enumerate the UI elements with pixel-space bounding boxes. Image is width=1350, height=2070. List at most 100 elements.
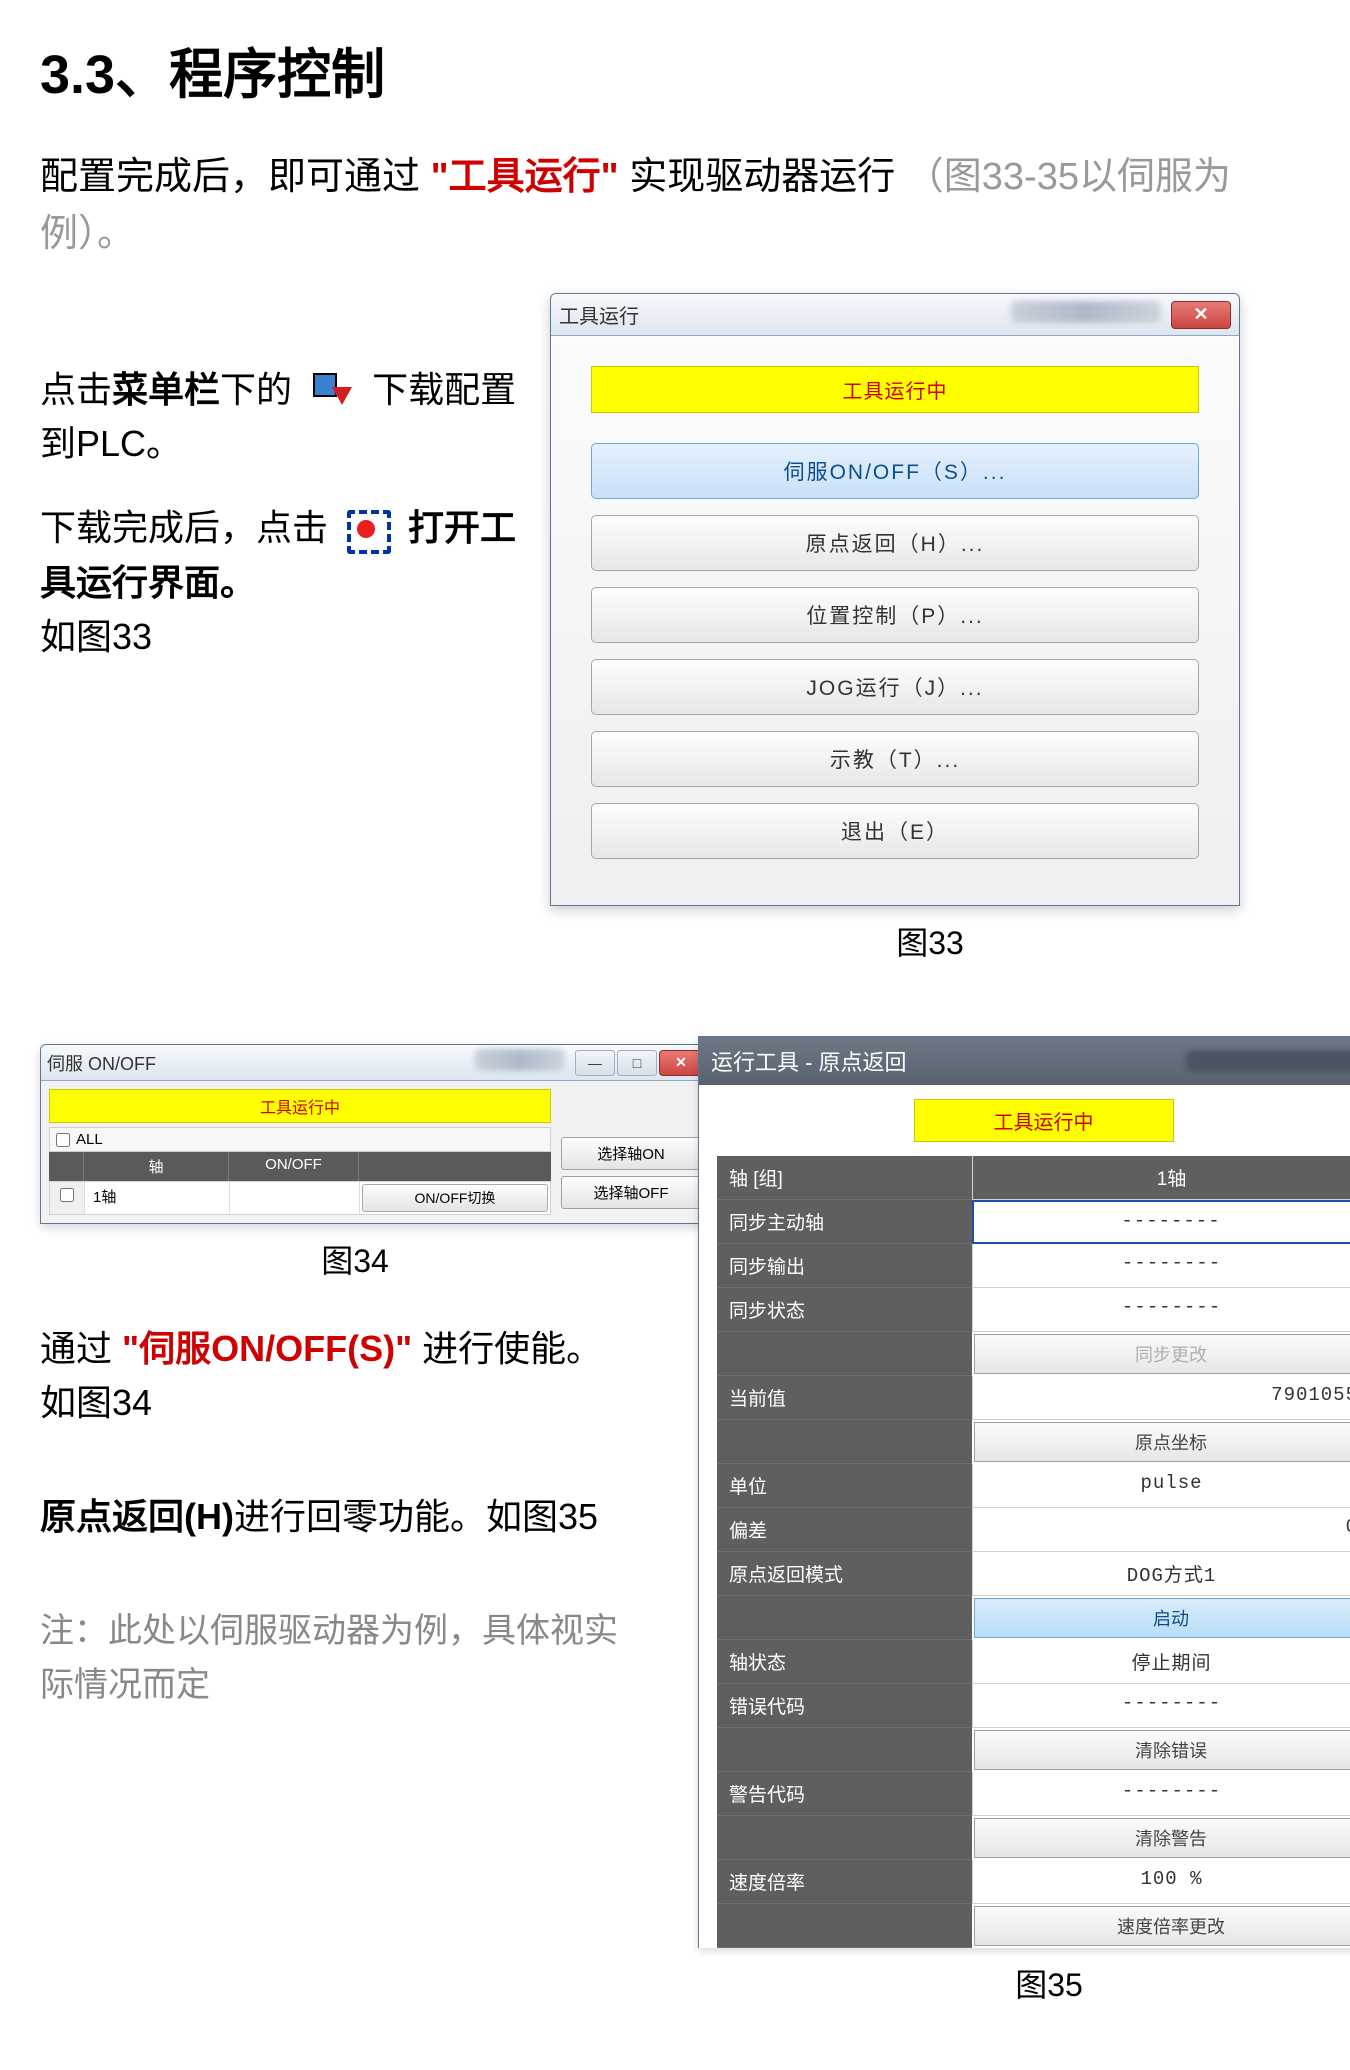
servo-onoff-button[interactable]: 伺服ON/OFF（S）...: [591, 443, 1199, 499]
status-banner-35: 工具运行中: [914, 1099, 1174, 1142]
jog-run-button[interactable]: JOG运行（J）...: [591, 659, 1199, 715]
section-heading: 3.3、程序控制: [40, 30, 1310, 109]
para34-pre: 通过: [40, 1328, 112, 1369]
grid-header: 轴 ON/OFF: [49, 1152, 551, 1181]
intro-paragraph: 配置完成后，即可通过 "工具运行" 实现驱动器运行 （图33-35以伺服为例）。: [40, 149, 1310, 263]
header-axis: 轴: [83, 1152, 228, 1181]
row-checkbox[interactable]: [60, 1188, 74, 1202]
select-axis-off-button[interactable]: 选择轴OFF: [561, 1176, 701, 1209]
origin-return-button[interactable]: 原点返回（H）...: [591, 515, 1199, 571]
label-origin-mode: 原点返回模式: [717, 1552, 972, 1596]
cell-onoff: [229, 1182, 359, 1214]
value-sync-out: --------: [972, 1244, 1350, 1288]
label-speed-change: [717, 1904, 972, 1948]
titlebar-blur: [1011, 301, 1161, 323]
value-current: 7901055: [972, 1376, 1350, 1420]
cell-axis: 1轴: [84, 1182, 229, 1214]
value-deviation: 0: [972, 1508, 1350, 1552]
titlebar-34: 伺服 ON/OFF — □ ✕: [41, 1045, 709, 1081]
value-axis-state: 停止期间: [972, 1640, 1350, 1684]
window-title: 工具运行: [559, 300, 991, 329]
instr-menubar: 菜单栏: [112, 369, 220, 410]
intro-post: 实现驱动器运行: [629, 156, 895, 198]
position-control-button[interactable]: 位置控制（P）...: [591, 587, 1199, 643]
value-warn-code: --------: [972, 1772, 1350, 1816]
close-button-34[interactable]: ✕: [659, 1050, 703, 1076]
tool-run-dialog: 工具运行 ✕ 工具运行中 伺服ON/OFF（S）... 原点返回（H）... 位…: [550, 293, 1240, 906]
value-err-code: --------: [972, 1684, 1350, 1728]
label-axis-state: 轴状态: [717, 1640, 972, 1684]
para34-red: "伺服ON/OFF(S)": [122, 1328, 412, 1369]
close-button[interactable]: ✕: [1171, 301, 1231, 329]
all-label: ALL: [76, 1131, 103, 1148]
instr-post1: 下的: [220, 369, 292, 410]
intro-pre: 配置完成后，即可通过: [40, 156, 420, 198]
all-checkbox-row[interactable]: ALL: [49, 1127, 551, 1152]
titlebar-blur-34: [475, 1049, 565, 1071]
select-axis-on-button[interactable]: 选择轴ON: [561, 1137, 701, 1170]
all-checkbox[interactable]: [56, 1133, 70, 1147]
label-unit: 单位: [717, 1464, 972, 1508]
window-title-35: 运行工具 - 原点返回: [711, 1045, 907, 1077]
para-35: 原点返回(H)进行回零功能。如图35: [40, 1490, 680, 1544]
label-axis-group: 轴 [组]: [717, 1156, 972, 1200]
para35-bold: 原点返回(H): [40, 1496, 234, 1537]
fig35-caption: 图35: [710, 1960, 1350, 2006]
titlebar: 工具运行 ✕: [551, 294, 1239, 336]
onoff-toggle-button[interactable]: ON/OFF切换: [362, 1184, 548, 1212]
value-axis-group: 1轴: [972, 1156, 1350, 1200]
value-speed-rate: 100 %: [972, 1860, 1350, 1904]
label-speed-rate: 速度倍率: [717, 1860, 972, 1904]
maximize-button[interactable]: □: [617, 1050, 657, 1076]
clear-warning-button[interactable]: 清除警告: [974, 1818, 1350, 1858]
value-unit: pulse: [972, 1464, 1350, 1508]
value-origin-mode: DOG方式1: [972, 1552, 1350, 1596]
exit-button[interactable]: 退出（E）: [591, 803, 1199, 859]
label-sync-change: [717, 1332, 972, 1376]
status-banner-34: 工具运行中: [49, 1089, 551, 1123]
label-current: 当前值: [717, 1376, 972, 1420]
status-banner: 工具运行中: [591, 366, 1199, 413]
minimize-button[interactable]: —: [575, 1050, 615, 1076]
fig34-caption: 图34: [30, 1236, 680, 1282]
label-sync-out: 同步输出: [717, 1244, 972, 1288]
table-row: 1轴 ON/OFF切换: [49, 1181, 551, 1215]
label-start: [717, 1596, 972, 1640]
open-run-icon: [343, 506, 393, 556]
servo-onoff-dialog: 伺服 ON/OFF — □ ✕ 工具运行中 ALL: [40, 1044, 710, 1224]
teach-button[interactable]: 示教（T）...: [591, 731, 1199, 787]
start-button[interactable]: 启动: [974, 1598, 1350, 1638]
origin-coord-button[interactable]: 原点坐标: [974, 1422, 1350, 1462]
para35-post: 进行回零功能。如图35: [234, 1496, 598, 1537]
para-34: 通过 "伺服ON/OFF(S)" 进行使能。 如图34: [40, 1322, 680, 1430]
label-clear-err: [717, 1728, 972, 1772]
label-err-code: 错误代码: [717, 1684, 972, 1728]
label-deviation: 偏差: [717, 1508, 972, 1552]
window-title-34: 伺服 ON/OFF: [47, 1050, 455, 1076]
para34-fig: 如图34: [40, 1382, 152, 1423]
param-table: 轴 [组] 1轴 同步主动轴 -------- 同步输出 -------- 同步…: [717, 1156, 1350, 1948]
label-sync-master: 同步主动轴: [717, 1200, 972, 1244]
label-clear-warn: [717, 1816, 972, 1860]
label-origin-coord: [717, 1420, 972, 1464]
origin-return-dialog: 运行工具 - 原点返回 工具运行中 轴 [组] 1轴 同步主动轴 -------…: [698, 1036, 1350, 1948]
label-warn-code: 警告代码: [717, 1772, 972, 1816]
fig33-caption: 图33: [550, 918, 1310, 964]
value-sync-master[interactable]: --------: [972, 1200, 1350, 1244]
value-sync-state: --------: [972, 1288, 1350, 1332]
footnote: 注：此处以伺服驱动器为例，具体视实际情况而定: [40, 1604, 680, 1713]
label-sync-state: 同步状态: [717, 1288, 972, 1332]
download-icon: [307, 367, 357, 417]
intro-highlight: "工具运行": [431, 156, 619, 198]
instr-pre: 点击: [40, 369, 112, 410]
instr-download: 点击菜单栏下的 下载配置到PLC。: [40, 363, 550, 471]
titlebar-35: 运行工具 - 原点返回: [699, 1037, 1350, 1085]
clear-error-button[interactable]: 清除错误: [974, 1730, 1350, 1770]
speed-rate-change-button[interactable]: 速度倍率更改: [974, 1906, 1350, 1946]
instr-openrun: 下载完成后，点击 打开工具运行界面。 如图33: [40, 501, 550, 663]
titlebar-blur-35: [1186, 1050, 1350, 1072]
para34-post: 进行使能。: [422, 1328, 602, 1369]
header-onoff: ON/OFF: [228, 1152, 358, 1181]
instr2-pre: 下载完成后，点击: [40, 507, 328, 548]
sync-change-button[interactable]: 同步更改: [974, 1334, 1350, 1374]
